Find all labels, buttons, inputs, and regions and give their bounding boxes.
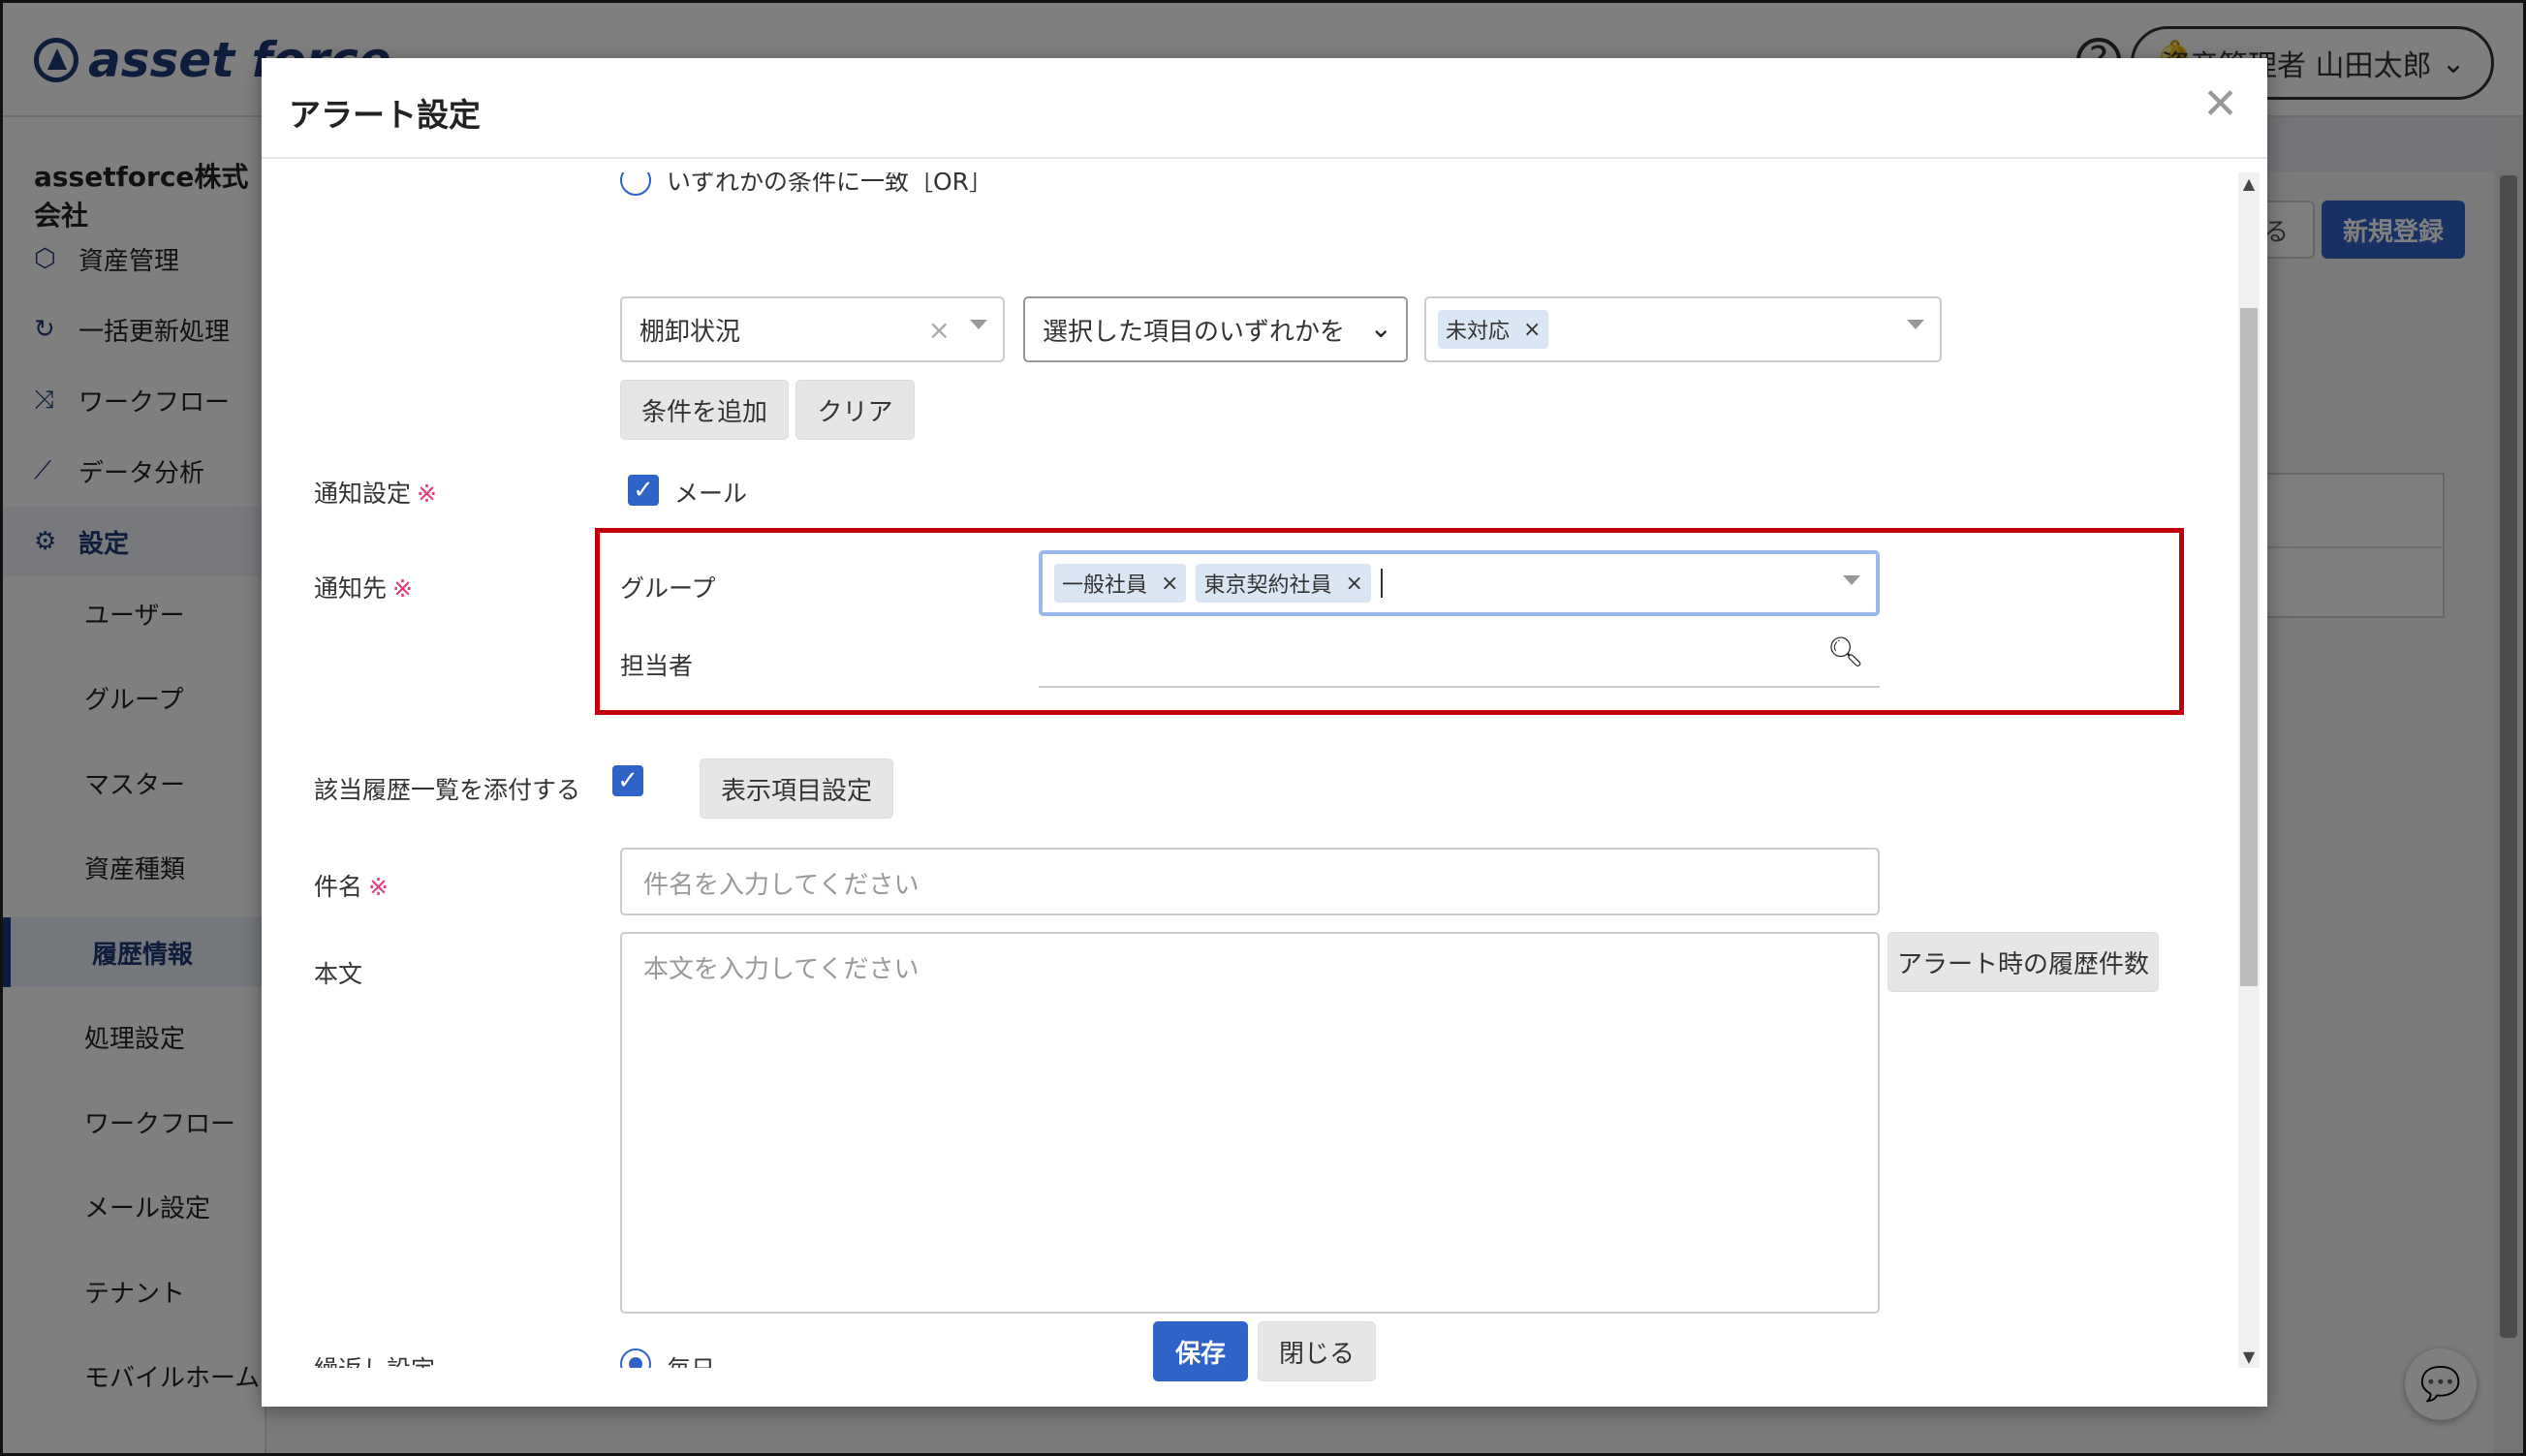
attach-history-label: 該当履歴一覧を添付する: [314, 776, 581, 804]
modal-header: アラート設定 ✕: [262, 58, 2267, 159]
notify-target-label: 通知先 ※: [314, 574, 413, 603]
group-chip: 一般社員 ×: [1054, 564, 1187, 603]
alert-settings-modal: アラート設定 ✕ いずれかの条件に一致［OR］ 棚卸状況 × 選択した項目のいず…: [262, 58, 2267, 1407]
clear-icon[interactable]: ×: [928, 314, 951, 346]
modal-footer: 保存 閉じる: [262, 1310, 2267, 1407]
group-label: グループ: [620, 574, 716, 603]
history-count-button[interactable]: アラート時の履歴件数: [1887, 932, 2159, 992]
mail-label: メール: [674, 480, 748, 508]
search-icon[interactable]: 🔍︎: [1827, 635, 1864, 669]
modal-title: アラート設定: [289, 96, 481, 134]
add-condition-button[interactable]: 条件を追加: [620, 380, 789, 440]
modal-scrollbar[interactable]: ▲ ▼: [2238, 172, 2260, 1368]
group-multiselect[interactable]: 一般社員 × 東京契約社員 ×: [1039, 550, 1880, 616]
chevron-down-icon: [1843, 575, 1860, 585]
chevron-down-icon: [970, 320, 987, 329]
assignee-input[interactable]: 🔍︎: [1039, 624, 1880, 688]
body-label: 本文: [314, 960, 363, 988]
chevron-down-icon: [1907, 320, 1924, 329]
remove-chip-icon[interactable]: ×: [1161, 572, 1178, 596]
value-chip: 未対応 ×: [1438, 310, 1549, 349]
subject-label: 件名 ※: [314, 873, 389, 901]
display-settings-button[interactable]: 表示項目設定: [700, 759, 893, 819]
notify-setting-label: 通知設定 ※: [314, 480, 437, 508]
modal-body: いずれかの条件に一致［OR］ 棚卸状況 × 選択した項目のいずれかを ⌄ 未対応…: [262, 172, 2230, 1368]
condition-field-select[interactable]: 棚卸状況 ×: [620, 296, 1005, 362]
subject-input[interactable]: 件名を入力してください: [620, 848, 1880, 915]
group-chip: 東京契約社員 ×: [1196, 564, 1371, 603]
remove-chip-icon[interactable]: ×: [1345, 572, 1362, 596]
condition-value-select[interactable]: 未対応 ×: [1424, 296, 1942, 362]
scroll-up-icon[interactable]: ▲: [2238, 174, 2260, 193]
condition-operator-select[interactable]: 選択した項目のいずれかを ⌄: [1023, 296, 1408, 362]
close-icon[interactable]: ✕: [2202, 79, 2238, 129]
or-condition-radio[interactable]: [620, 172, 651, 196]
text-cursor: [1380, 569, 1383, 598]
body-textarea[interactable]: 本文を入力してください: [620, 932, 1880, 1314]
mail-checkbox[interactable]: ✓: [628, 475, 659, 506]
remove-chip-icon[interactable]: ×: [1523, 318, 1541, 342]
close-button[interactable]: 閉じる: [1258, 1321, 1376, 1381]
or-condition-label: いずれかの条件に一致［OR］: [667, 172, 994, 196]
chevron-down-icon: ⌄: [1369, 312, 1392, 344]
attach-history-checkbox[interactable]: ✓: [612, 765, 643, 796]
save-button[interactable]: 保存: [1153, 1321, 1248, 1381]
clear-button[interactable]: クリア: [795, 380, 915, 440]
scroll-thumb[interactable]: [2240, 308, 2258, 986]
assignee-label: 担当者: [620, 652, 694, 680]
